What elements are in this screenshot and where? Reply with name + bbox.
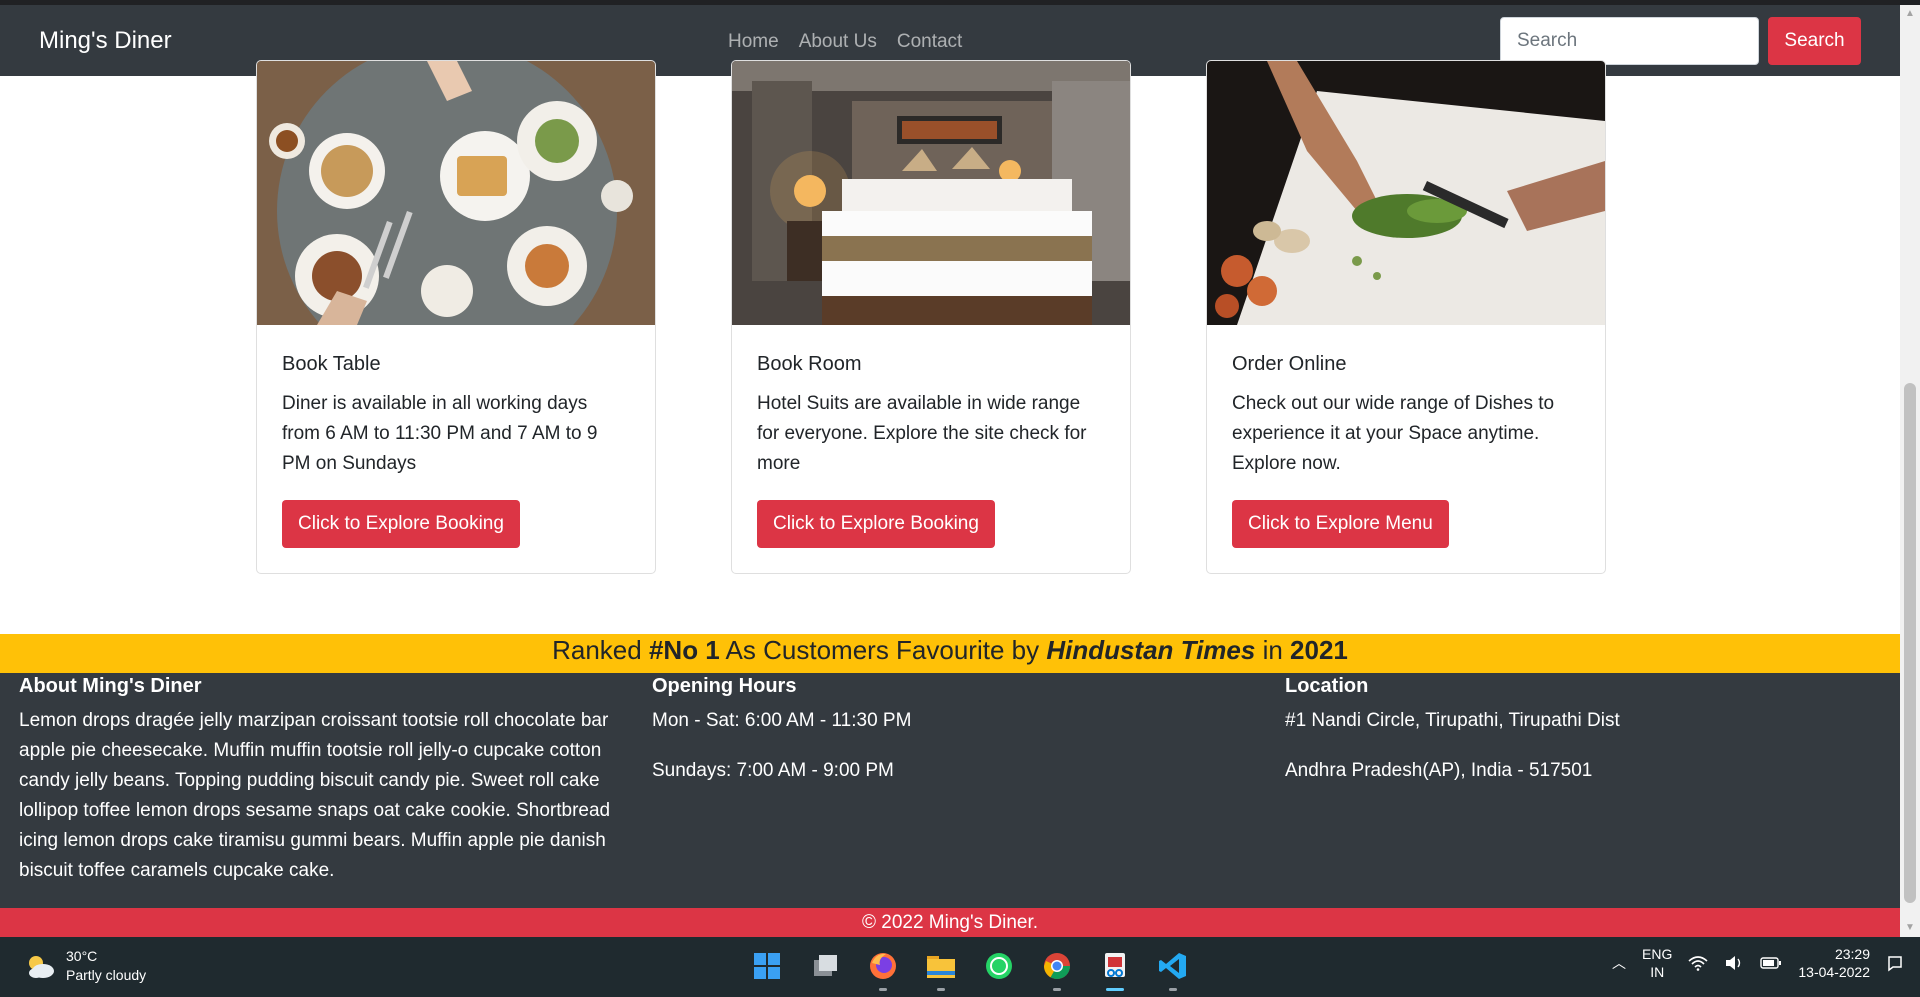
- ranked-banner: Ranked #No 1 As Customers Favourite by H…: [0, 634, 1900, 673]
- banner-year: 2021: [1290, 635, 1348, 665]
- card-title: Order Online: [1232, 353, 1347, 375]
- chef-chopping-photo: [1207, 61, 1605, 325]
- hotel-room-photo: [732, 61, 1130, 325]
- banner-source: Hindustan Times: [1046, 635, 1256, 665]
- task-view-icon[interactable]: [806, 947, 844, 985]
- footer-about-heading: About Ming's Diner: [19, 675, 202, 697]
- card-book-table: Book Table Diner is available in all wor…: [256, 60, 656, 574]
- page-scrollbar[interactable]: ▲ ▼: [1900, 5, 1920, 937]
- scrollbar-thumb[interactable]: [1904, 383, 1916, 903]
- language-code: ENG: [1642, 946, 1673, 962]
- footer-hours-weekdays: Mon - Sat: 6:00 AM - 11:30 PM: [652, 710, 912, 731]
- explore-booking-button[interactable]: Click to Explore Booking: [282, 500, 520, 548]
- footer-location: Location #1 Nandi Circle, Tirupathi, Tir…: [1285, 673, 1885, 786]
- nav-link-home[interactable]: Home: [728, 31, 779, 53]
- brand-logo-text[interactable]: Ming's Diner: [39, 27, 172, 55]
- copyright-bar: © 2022 Ming's Diner.: [0, 908, 1900, 937]
- chevron-up-icon[interactable]: ︿: [1612, 953, 1626, 973]
- notification-icon[interactable]: [1886, 954, 1904, 972]
- weather-widget[interactable]: 30°C Partly cloudy: [24, 947, 146, 985]
- scroll-down-arrow-icon[interactable]: ▼: [1900, 919, 1920, 937]
- region-code: IN: [1650, 964, 1665, 980]
- footer-hours: Opening Hours Mon - Sat: 6:00 AM - 11:30…: [652, 673, 1212, 786]
- card-text: Check out our wide range of Dishes to ex…: [1232, 393, 1555, 474]
- chrome-icon[interactable]: [1038, 947, 1076, 991]
- card-text: Hotel Suits are available in wide range …: [757, 393, 1087, 474]
- card-text: Diner is available in all working days f…: [282, 393, 598, 474]
- footer-about-text: Lemon drops dragée jelly marzipan croiss…: [19, 710, 611, 881]
- clock[interactable]: 23:29 13-04-2022: [1798, 945, 1870, 981]
- whatsapp-icon[interactable]: [980, 947, 1018, 985]
- nav-links: Home About Us Contact: [728, 31, 962, 53]
- dining-table-photo: [257, 61, 655, 325]
- partly-cloudy-icon: [29, 956, 54, 978]
- banner-rank: #No 1: [648, 635, 720, 665]
- system-tray: ︿ ENG IN 23:29 13-04-2022: [1612, 945, 1904, 981]
- card-title: Book Table: [282, 353, 381, 375]
- footer-location-heading: Location: [1285, 675, 1369, 697]
- explore-booking-button[interactable]: Click to Explore Booking: [757, 500, 995, 548]
- footer-location-state: Andhra Pradesh(AP), India - 517501: [1285, 760, 1593, 781]
- clock-time: 23:29: [1834, 946, 1870, 962]
- banner-text: As Customers Favourite by: [719, 635, 1047, 665]
- banner-text: in: [1255, 635, 1291, 665]
- clock-date: 13-04-2022: [1798, 964, 1870, 980]
- search-button[interactable]: Search: [1768, 17, 1861, 65]
- vscode-icon[interactable]: [1154, 947, 1192, 991]
- footer-about: About Ming's Diner Lemon drops dragée je…: [19, 673, 619, 886]
- banner-text: Ranked: [552, 635, 649, 665]
- nav-link-about[interactable]: About Us: [799, 31, 877, 53]
- card-title: Book Room: [757, 353, 862, 375]
- windows-taskbar: 30°C Partly cloudy ︿ ENG IN 23:29 13-04-…: [0, 937, 1920, 997]
- language-indicator[interactable]: ENG IN: [1642, 945, 1672, 981]
- scroll-up-arrow-icon[interactable]: ▲: [1900, 5, 1920, 23]
- footer-location-address: #1 Nandi Circle, Tirupathi, Tirupathi Di…: [1285, 710, 1620, 731]
- footer: About Ming's Diner Lemon drops dragée je…: [0, 673, 1900, 908]
- footer-hours-heading: Opening Hours: [652, 675, 797, 697]
- nav-link-contact[interactable]: Contact: [897, 31, 962, 53]
- explore-menu-button[interactable]: Click to Explore Menu: [1232, 500, 1449, 548]
- file-explorer-icon[interactable]: [922, 947, 960, 991]
- card-order-online: Order Online Check out our wide range of…: [1206, 60, 1606, 574]
- volume-icon[interactable]: [1724, 955, 1744, 971]
- search-input[interactable]: [1500, 17, 1759, 65]
- taskbar-apps: [748, 947, 1192, 991]
- firefox-icon[interactable]: [864, 947, 902, 991]
- footer-hours-sundays: Sundays: 7:00 AM - 9:00 PM: [652, 760, 894, 781]
- weather-temperature: 30°C: [66, 948, 98, 964]
- windows-start-icon[interactable]: [748, 947, 786, 985]
- card-book-room: Book Room Hotel Suits are available in w…: [731, 60, 1131, 574]
- battery-icon[interactable]: [1760, 956, 1782, 970]
- wifi-icon[interactable]: [1688, 955, 1708, 971]
- snipping-tool-icon[interactable]: [1096, 947, 1134, 991]
- weather-condition: Partly cloudy: [66, 967, 147, 983]
